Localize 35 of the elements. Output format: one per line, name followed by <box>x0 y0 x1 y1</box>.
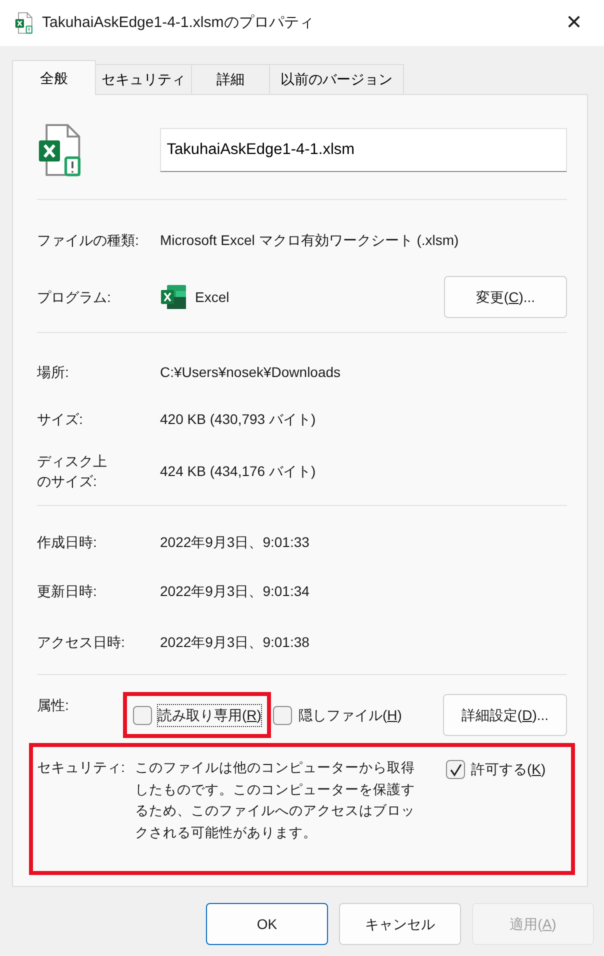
window-title: TakuhaiAskEdge1-4-1.xlsmのプロパティ <box>42 12 315 33</box>
excel-icon <box>160 283 188 311</box>
checkmark-icon <box>448 762 462 776</box>
dialog-button[interactable]: キャンセル <box>339 903 461 945</box>
field-label: 場所: <box>37 362 70 382</box>
field-value: Microsoft Excel マクロ有効ワークシート (.xlsm) <box>160 230 459 250</box>
field-label: 更新日時: <box>37 582 98 601</box>
field-value: 424 KB (434,176 バイト) <box>160 462 316 481</box>
field-value: 2022年9月3日、9:01:38 <box>160 632 310 652</box>
field-label: サイズ: <box>37 410 84 429</box>
field-value: 2022年9月3日、9:01:33 <box>160 532 310 552</box>
field-value: 2022年9月3日、9:01:34 <box>160 582 310 600</box>
field-label: ディスク上 <box>37 452 107 471</box>
advanced-button[interactable]: 詳細設定(D)... <box>443 694 567 736</box>
tab[interactable]: 以前のバージョン <box>269 64 404 94</box>
field-value: 420 KB (430,793 バイト) <box>160 410 316 429</box>
field-label: アクセス日時: <box>37 632 126 652</box>
field-label: のサイズ: <box>37 472 97 491</box>
allow-checkbox[interactable]: 許可する(K) <box>444 759 548 780</box>
checkbox[interactable]: 隠しファイル(H) <box>267 696 408 734</box>
field-value: Excel <box>195 288 230 306</box>
close-button[interactable]: ✕ <box>554 3 594 43</box>
security-message: このファイルは他のコンピューターから取得したものです。このコンピューターを保護するため、このファイルへのアクセスはブロックされる可能性があります。 <box>135 759 416 842</box>
excel-file-icon <box>14 12 34 34</box>
field-label: ファイルの種類: <box>37 230 140 250</box>
field-value: C:¥Users¥nosek¥Downloads <box>160 362 341 382</box>
tab[interactable]: 全般 <box>12 60 96 95</box>
change-button[interactable]: 変更(C)... <box>444 276 567 318</box>
field-label: セキュリティ: <box>37 758 126 777</box>
field-label: 作成日時: <box>37 532 98 552</box>
field-label: 属性: <box>37 696 70 715</box>
excel-file-icon <box>37 123 83 177</box>
file-name-field[interactable]: TakuhaiAskEdge1-4-1.xlsm <box>160 128 567 172</box>
dialog-button[interactable]: OK <box>206 903 328 945</box>
field-label: プログラム: <box>37 288 112 307</box>
